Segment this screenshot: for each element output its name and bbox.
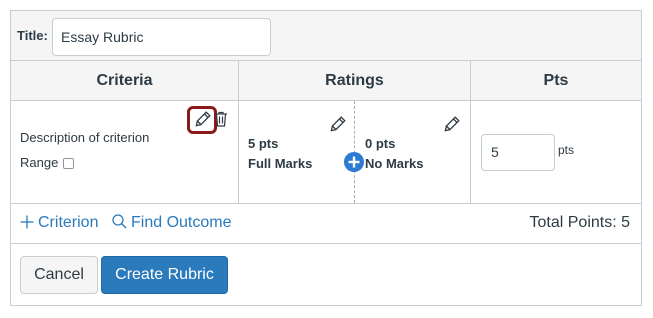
plus-icon: [20, 215, 34, 229]
title-row: Title: Essay Rubric: [11, 11, 641, 61]
points-input[interactable]: 5: [481, 134, 555, 171]
range-checkbox[interactable]: [63, 158, 74, 169]
criterion-row: Description of criterion Range 5 pts Ful…: [11, 101, 641, 204]
points-unit: pts: [558, 143, 575, 157]
table-header: Criteria Ratings Pts: [11, 61, 641, 101]
total-points: Total Points: 5: [529, 214, 631, 231]
rating-points: 0 pts: [365, 136, 396, 151]
cancel-button[interactable]: Cancel: [20, 256, 98, 294]
trash-icon[interactable]: [214, 111, 228, 127]
add-criterion-link[interactable]: Criterion: [20, 214, 98, 232]
rubric-editor: Title: Essay Rubric Criteria Ratings Pts…: [10, 10, 642, 306]
pencil-icon[interactable]: [328, 116, 346, 134]
range-label: Range: [20, 155, 59, 170]
pencil-icon: [195, 111, 211, 127]
rubric-footer: Criterion Find Outcome Total Points: 5: [11, 204, 641, 244]
rating-description: Full Marks: [248, 156, 313, 171]
search-icon: [112, 214, 127, 229]
column-divider: [470, 61, 471, 100]
title-input[interactable]: Essay Rubric: [52, 18, 271, 56]
add-rating-button[interactable]: [344, 152, 364, 172]
find-outcome-label: Find Outcome: [131, 214, 232, 231]
column-divider: [238, 101, 239, 203]
column-divider: [238, 61, 239, 100]
find-outcome-link[interactable]: Find Outcome: [112, 214, 231, 232]
criteria-header: Criteria: [96, 72, 153, 89]
rating-points: 5 pts: [248, 136, 279, 151]
pencil-icon[interactable]: [442, 116, 460, 134]
criterion-description: Description of criterion: [20, 130, 150, 145]
rating-description: No Marks: [365, 156, 424, 171]
edit-criterion-button[interactable]: [187, 106, 217, 134]
create-rubric-button[interactable]: Create Rubric: [101, 256, 228, 294]
ratings-header: Ratings: [325, 72, 384, 89]
column-divider: [470, 101, 471, 203]
title-label: Title:: [17, 28, 48, 43]
pts-header: Pts: [543, 72, 569, 89]
plus-circle-icon: [348, 156, 360, 168]
add-criterion-label: Criterion: [38, 214, 99, 231]
